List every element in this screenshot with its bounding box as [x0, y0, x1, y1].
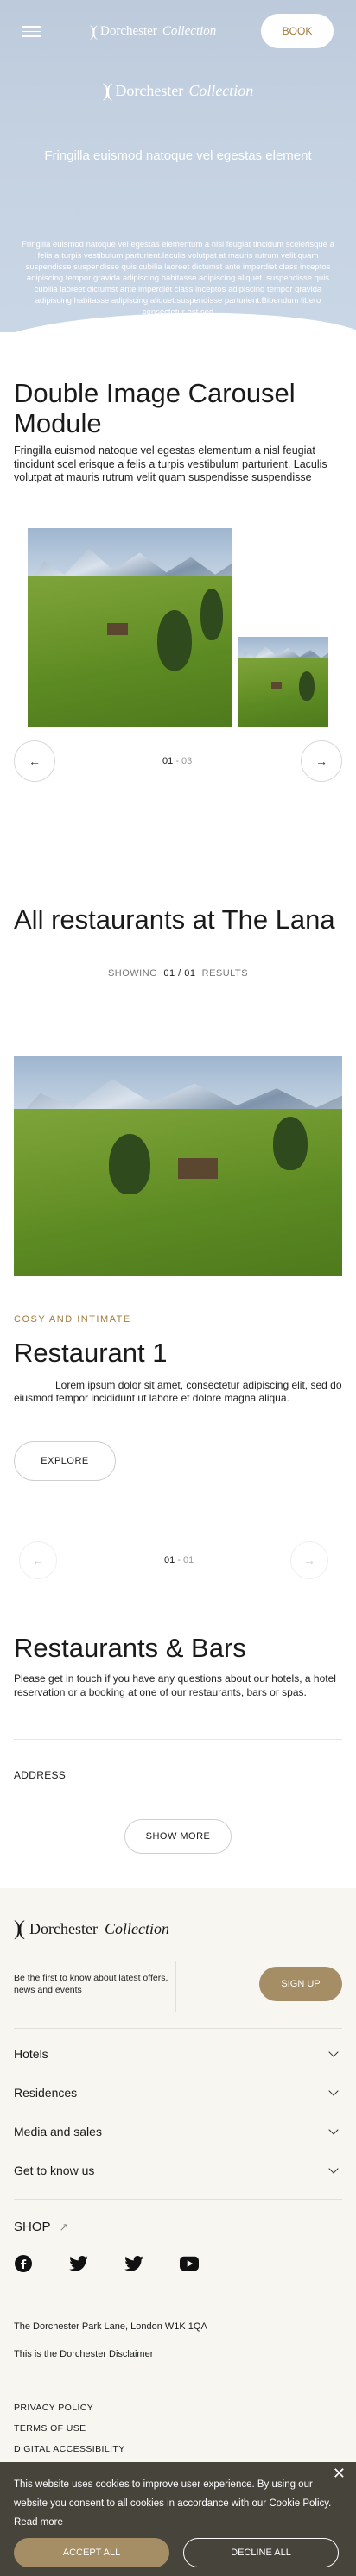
restaurants-title: All restaurants at The Lana: [14, 904, 335, 935]
footer-menu-label: Hotels: [14, 2047, 48, 2061]
restaurant-title: Restaurant 1: [14, 1338, 168, 1368]
results-number: 01 / 01: [163, 968, 196, 979]
footer-logo[interactable]: )( Dorchester Collection: [14, 1918, 169, 1941]
footer-logo-italic: Collection: [104, 1920, 169, 1937]
logo-mark-icon: )(: [90, 22, 98, 40]
cookie-message: This website uses cookies to improve use…: [14, 2479, 332, 2509]
bars-title: Restaurants & Bars: [14, 1633, 246, 1663]
digital-accessibility-link[interactable]: DIGITAL ACCESSIBILITY: [14, 2444, 125, 2454]
shop-link[interactable]: SHOP ↗: [14, 2220, 68, 2234]
carousel-main-image[interactable]: [28, 528, 232, 727]
results-prefix: SHOWING: [107, 968, 158, 979]
logo-italic: Collection: [162, 24, 217, 38]
cookie-read-more-link[interactable]: Read more: [14, 2517, 63, 2528]
accept-all-button[interactable]: ACCEPT ALL: [14, 2538, 169, 2567]
carousel-current: 01: [162, 756, 174, 766]
carousel-side-image[interactable]: [238, 637, 328, 727]
footer-menu-label: Residences: [14, 2086, 78, 2100]
divider: [14, 2028, 342, 2029]
divider: [175, 1961, 176, 2012]
show-more-button[interactable]: SHOW MORE: [124, 1819, 232, 1854]
footer-menu-media[interactable]: Media and sales: [14, 2119, 342, 2145]
decline-all-button[interactable]: DECLINE ALL: [183, 2538, 339, 2567]
footer-logo-word: Dorchester: [29, 1920, 98, 1937]
carousel-title: Double Image Carousel Module: [14, 378, 296, 438]
restaurants-total: 01: [183, 1555, 194, 1565]
terms-of-use-link[interactable]: TERMS OF USE: [14, 2423, 86, 2434]
address-label[interactable]: ADDRESS: [14, 1769, 66, 1781]
book-button[interactable]: BOOK: [261, 14, 334, 48]
footer-disclaimer: This is the Dorchester Disclaimer: [14, 2349, 154, 2359]
footer-address: The Dorchester Park Lane, London W1K 1QA: [14, 2321, 207, 2332]
footer-menu-residences[interactable]: Residences: [14, 2080, 342, 2106]
restaurants-current: 01: [164, 1555, 175, 1565]
restaurant-eyebrow: COSY AND INTIMATE: [14, 1314, 131, 1325]
restaurants-next-button[interactable]: →: [290, 1541, 328, 1579]
carousel-text: Fringilla euismod natoque vel egestas el…: [14, 444, 327, 483]
footer-menu-hotels[interactable]: Hotels: [14, 2041, 342, 2067]
divider: [14, 1739, 342, 1740]
hero-logo-word: Dorchester: [115, 81, 184, 99]
twitter-icon[interactable]: [69, 2254, 88, 2273]
results-suffix: RESULTS: [201, 968, 249, 979]
carousel-next-button[interactable]: →: [301, 740, 342, 782]
top-bar: )( Dorchester Collection BOOK: [0, 12, 356, 48]
social-links: [14, 2254, 199, 2273]
restaurant-image[interactable]: [14, 1056, 342, 1276]
hero-text: Fringilla euismod natoque vel egestas el…: [22, 240, 334, 317]
arrow-right-icon: →: [315, 754, 327, 768]
chevron-down-icon: [328, 2163, 339, 2174]
privacy-policy-link[interactable]: PRIVACY POLICY: [14, 2403, 93, 2413]
restaurants-prev-button[interactable]: ←: [19, 1541, 57, 1579]
hero-subtitle: Fringilla euismod natoque vel egestas el…: [44, 148, 312, 163]
logo-mark-icon: )(: [102, 79, 113, 101]
close-icon[interactable]: ✕: [333, 2465, 346, 2483]
bars-text: Please get in touch if you have any ques…: [14, 1672, 336, 1698]
twitter-icon[interactable]: [124, 2254, 143, 2273]
sign-up-button[interactable]: SIGN UP: [259, 1967, 342, 2001]
carousel-separator: -: [175, 756, 179, 766]
chevron-down-icon: [328, 2047, 339, 2057]
logo-mark-icon: )(: [14, 1918, 25, 1940]
cookie-text: This website uses cookies to improve use…: [14, 2475, 334, 2532]
facebook-icon[interactable]: [14, 2254, 33, 2273]
page: )( Dorchester Collection BOOK )( Dorches…: [0, 0, 356, 2576]
logo-word: Dorchester: [100, 24, 157, 38]
footer-menu-about[interactable]: Get to know us: [14, 2157, 342, 2183]
header-logo[interactable]: )( Dorchester Collection: [90, 22, 216, 41]
arrow-left-icon: ←: [32, 1553, 44, 1567]
external-link-icon: ↗: [59, 2220, 69, 2233]
restaurants-separator: -: [177, 1555, 181, 1565]
arrow-right-icon: →: [303, 1553, 315, 1567]
carousel-total: 03: [181, 756, 193, 766]
explore-button[interactable]: EXPLORE: [14, 1441, 116, 1481]
footer-menu-label: Get to know us: [14, 2163, 95, 2177]
divider: [14, 2199, 342, 2200]
hero-banner: )( Dorchester Collection BOOK )( Dorches…: [0, 0, 356, 332]
carousel-prev-button[interactable]: ←: [14, 740, 55, 782]
chevron-down-icon: [328, 2125, 339, 2135]
restaurant-text: Lorem ipsum dolor sit amet, consectetur …: [14, 1379, 342, 1404]
results-count: SHOWING 01 / 01 RESULTS: [0, 968, 356, 979]
carousel-counter: 01 - 03: [162, 756, 192, 766]
hero-logo: )( Dorchester Collection: [0, 79, 356, 102]
menu-icon[interactable]: [22, 26, 41, 37]
chevron-down-icon: [328, 2086, 339, 2096]
footer-menu-label: Media and sales: [14, 2125, 102, 2138]
hero-logo-italic: Collection: [188, 81, 254, 99]
youtube-icon[interactable]: [180, 2254, 199, 2273]
newsletter-text: Be the first to know about latest offers…: [14, 1973, 168, 1995]
shop-label: SHOP: [14, 2220, 51, 2234]
restaurants-counter: 01 - 01: [164, 1555, 194, 1565]
arrow-left-icon: ←: [29, 754, 41, 768]
